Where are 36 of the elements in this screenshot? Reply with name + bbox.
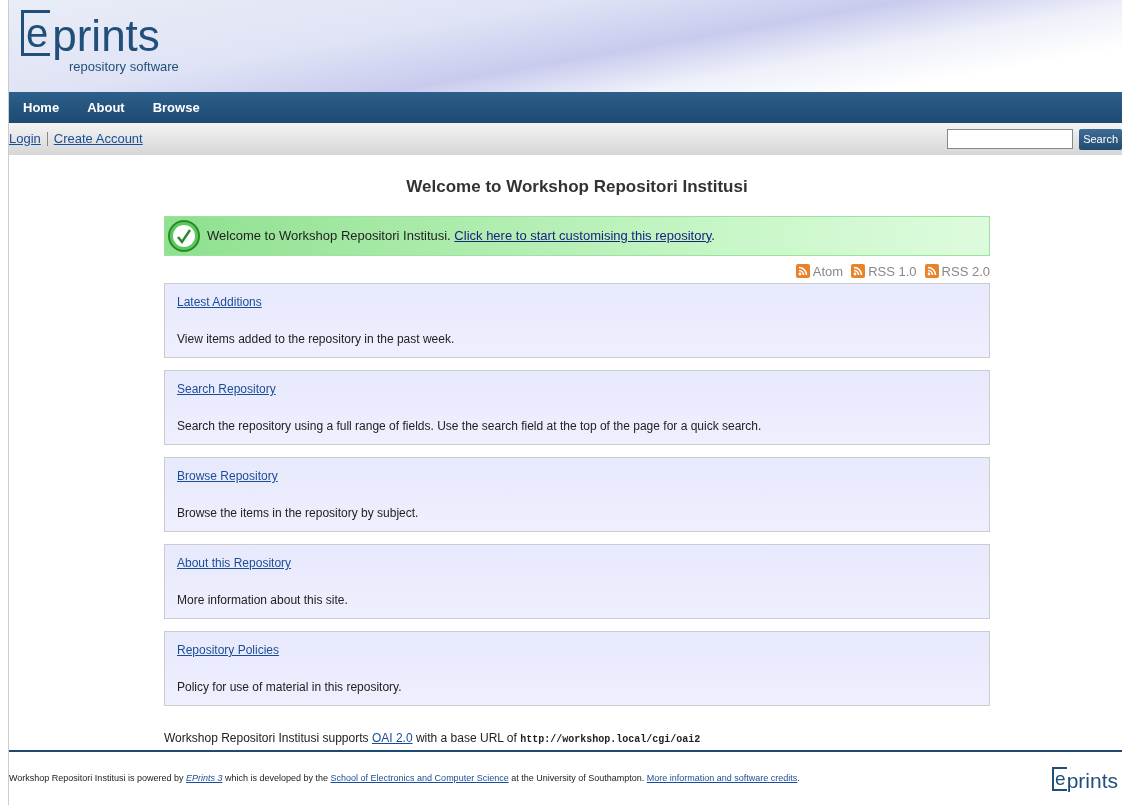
- nav-link[interactable]: Home: [23, 97, 60, 118]
- section-link[interactable]: About this Repository: [177, 554, 292, 572]
- page-title: Welcome to Workshop Repositori Institusi: [405, 176, 749, 198]
- feed-link[interactable]: RSS 2.0: [924, 261, 990, 281]
- logo-mark: e: [21, 10, 51, 56]
- logo-tagline: repository software: [69, 59, 179, 76]
- section-link[interactable]: Latest Additions: [177, 293, 262, 311]
- check-icon: [167, 218, 201, 253]
- text-link[interactable]: EPrints 3: [185, 772, 223, 783]
- oai-text: Workshop Repositori Institusi supports OAI 2.0 with a base URL of http://workshop.local/cgi/oai2: [164, 730, 702, 747]
- feed-link[interactable]: RSS 1.0: [851, 261, 917, 281]
- text-link[interactable]: School of Electronics and Computer Science: [330, 772, 509, 783]
- section-description: Search the repository using a full range of fields. Use the search field at the top of the page for a quick search.: [177, 418, 763, 435]
- section-description: Browse the items in the repository by subject.: [177, 505, 420, 522]
- footer-logo-text: prints: [1066, 770, 1118, 791]
- footer-text: Workshop Repositori Institusi is powered by EPrints 3 which is developed by the School of Electronics and Computer Science at the University of Southampton. More information and software credits.: [9, 771, 800, 785]
- account-link[interactable]: Login: [9, 129, 41, 149]
- rss-icon: [795, 264, 810, 279]
- feed-link[interactable]: Atom: [795, 261, 844, 281]
- url-text: http://workshop.local/cgi/oai2: [520, 734, 701, 745]
- section-link[interactable]: Repository Policies: [177, 641, 280, 659]
- section-link[interactable]: Search Repository: [177, 380, 276, 398]
- search-field[interactable]: [947, 129, 1074, 149]
- text-link[interactable]: OAI 2.0: [371, 731, 413, 745]
- nav-link[interactable]: Browse: [152, 97, 200, 118]
- rss-icon: [924, 264, 939, 279]
- message-text: Welcome to Workshop Repositori Institusi. Click here to start customising this repository.: [207, 226, 715, 245]
- section-description: View items added to the repository in the past week.: [177, 331, 456, 348]
- section-description: Policy for use of material in this repository.: [177, 679, 403, 696]
- section-link[interactable]: Browse Repository: [177, 467, 278, 485]
- nav-link[interactable]: About: [87, 97, 125, 118]
- section-description: More information about this site.: [177, 592, 349, 609]
- account-link[interactable]: Create Account: [53, 129, 143, 149]
- rss-icon: [851, 264, 866, 279]
- footer-logo-mark: e: [1052, 766, 1067, 791]
- search-button[interactable]: Search: [1079, 128, 1122, 150]
